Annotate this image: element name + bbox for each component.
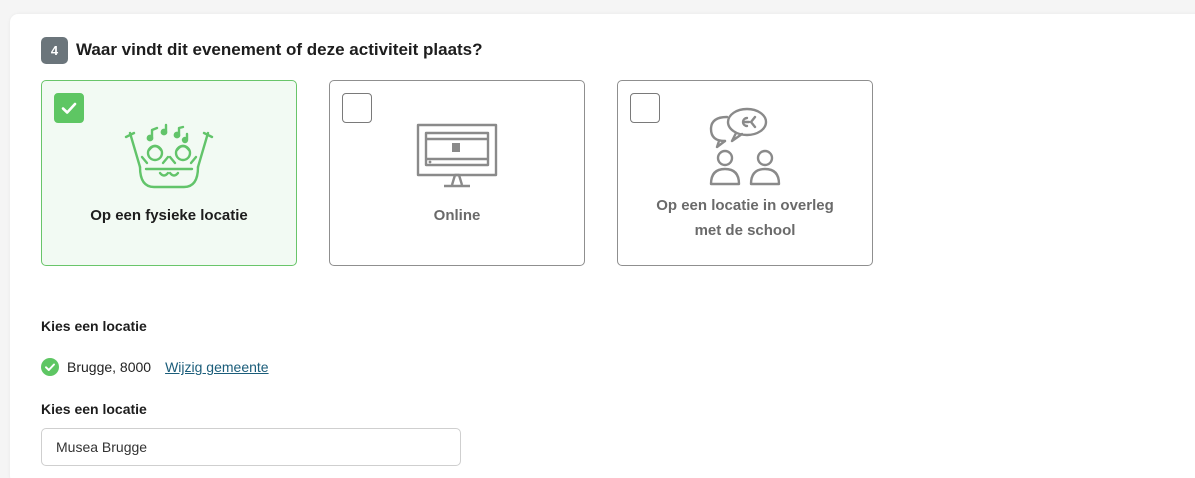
option-label: Op een locatie in overleg met de school	[638, 193, 852, 243]
option-online[interactable]: Online	[329, 80, 585, 266]
venue-section-label: Kies een locatie	[41, 401, 147, 417]
option-label: Online	[433, 207, 481, 224]
chosen-location: Brugge, 8000 Wijzig gemeente	[41, 358, 269, 376]
step-number-badge: 4	[41, 37, 68, 64]
people-chat-icon	[618, 103, 872, 187]
change-municipality-link[interactable]: Wijzig gemeente	[165, 359, 269, 375]
option-checkbox-checked[interactable]	[54, 93, 84, 123]
monitor-video-icon	[330, 123, 584, 191]
location-section-label: Kies een locatie	[41, 318, 147, 334]
option-checkbox[interactable]	[342, 93, 372, 123]
question-title: Waar vindt dit evenement of deze activit…	[76, 40, 483, 59]
venue-input[interactable]	[41, 428, 461, 466]
option-physical-location[interactable]: Op een fysieke locatie	[41, 80, 297, 266]
check-circle-icon	[41, 358, 59, 376]
option-location-with-school[interactable]: Op een locatie in overleg met de school	[617, 80, 873, 266]
chosen-city: Brugge, 8000	[67, 359, 152, 375]
option-label-line1: Op een locatie in overleg	[656, 197, 834, 214]
option-label-line2: met de school	[694, 222, 796, 239]
option-label: Op een fysieke locatie	[90, 207, 248, 224]
cheering-crowd-icon	[42, 123, 296, 191]
checkmark-icon	[61, 102, 77, 114]
